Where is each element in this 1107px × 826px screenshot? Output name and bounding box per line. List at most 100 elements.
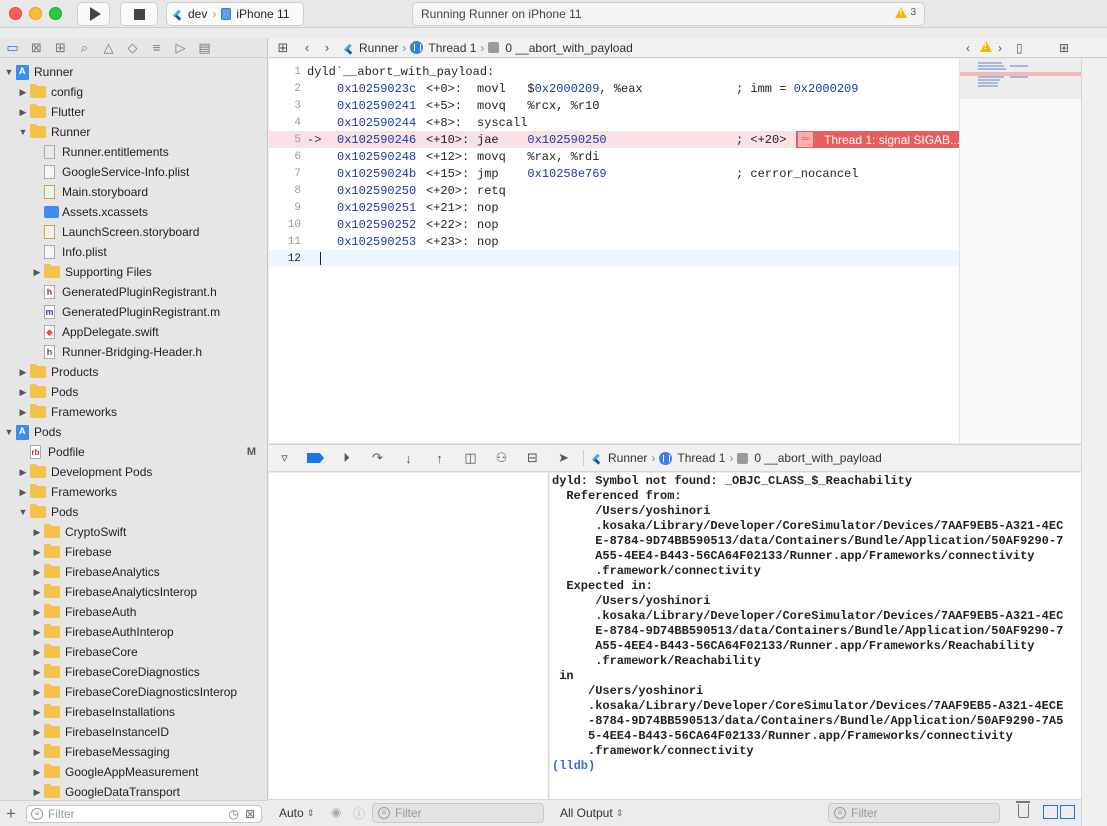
disclosure-closed-icon[interactable]: ▶: [18, 487, 28, 498]
tree-row[interactable]: ▶ Supporting Files: [0, 262, 268, 282]
symbol-icon[interactable]: ⊞: [52, 40, 69, 56]
environment-overrides-icon[interactable]: ⊟: [517, 448, 548, 468]
info-icon[interactable]: ⓘ: [353, 805, 365, 822]
scheme-selector[interactable]: dev › iPhone 11: [166, 2, 304, 26]
source-control-icon[interactable]: ⊠: [28, 40, 45, 56]
trash-icon[interactable]: [1016, 801, 1030, 818]
tree-row[interactable]: ▼ Pods: [0, 502, 268, 522]
jump-frame[interactable]: 0 __abort_with_payload: [505, 41, 632, 55]
tree-row[interactable]: ▶ Pods: [0, 382, 268, 402]
tree-row[interactable]: ▶Info.plist: [0, 242, 268, 262]
line-number[interactable]: 8: [269, 185, 307, 197]
issue-icon[interactable]: △: [100, 40, 117, 56]
tree-row[interactable]: ▼ Runner: [0, 122, 268, 142]
tree-row[interactable]: ▶ FirebaseAnalyticsInterop: [0, 582, 268, 602]
code-line[interactable]: 6 0x102590248 <+12>: movq %rax, %rdi: [269, 148, 959, 165]
code-editor[interactable]: 1 dyld`__abort_with_payload: 2 0x10259023c <…: [269, 59, 959, 443]
tree-row[interactable]: ▶ FirebaseAnalytics: [0, 562, 268, 582]
tree-row[interactable]: ▶GoogleService-Info.plist: [0, 162, 268, 182]
code-line[interactable]: 11 0x102590253 <+23>: nop: [269, 233, 959, 250]
code-line[interactable]: 9 0x102590251 <+21>: nop: [269, 199, 959, 216]
disclosure-closed-icon[interactable]: ▶: [32, 747, 42, 758]
code-line[interactable]: 5 -> 0x102590246 <+10>: jae 0x102590250 ; <+2…: [269, 131, 959, 148]
line-number[interactable]: 5: [269, 134, 307, 146]
close-window-button[interactable]: [9, 7, 22, 20]
line-number[interactable]: 10: [269, 219, 307, 231]
prev-issue-icon[interactable]: ‹: [966, 41, 970, 55]
folder-icon[interactable]: ▭: [4, 40, 21, 56]
lldb-prompt[interactable]: (lldb): [552, 759, 595, 773]
disclosure-closed-icon[interactable]: ▶: [32, 667, 42, 678]
tree-row[interactable]: ▶hRunner-Bridging-Header.h: [0, 342, 268, 362]
disclosure-closed-icon[interactable]: ▶: [32, 607, 42, 618]
error-annotation[interactable]: ═ Thread 1: signal SIGAB...: [796, 131, 959, 148]
hide-debug-area-icon[interactable]: ▿: [269, 448, 300, 468]
memory-graph-icon[interactable]: ⚇: [486, 448, 517, 468]
navigator-filter-input[interactable]: ≡ Filter ◷ ⊠: [26, 805, 262, 823]
search-icon[interactable]: ⌕: [76, 40, 93, 56]
tree-row[interactable]: ▶ config: [0, 82, 268, 102]
line-number[interactable]: 12: [269, 253, 307, 265]
add-editor-icon[interactable]: ⊞: [1059, 41, 1069, 55]
variables-view[interactable]: [269, 473, 549, 799]
warning-icon[interactable]: !: [980, 41, 992, 52]
tree-row[interactable]: ▶ FirebaseAuth: [0, 602, 268, 622]
jump-target[interactable]: Runner: [359, 41, 398, 55]
tree-row[interactable]: ▶ FirebaseCoreDiagnostics: [0, 662, 268, 682]
variables-scope-select[interactable]: Auto ⇕: [279, 806, 314, 820]
disclosure-closed-icon[interactable]: ▶: [18, 407, 28, 418]
debug-icon[interactable]: ≡: [148, 40, 165, 56]
line-number[interactable]: 6: [269, 151, 307, 163]
tree-row[interactable]: ▶ Flutter: [0, 102, 268, 122]
next-issue-icon[interactable]: ›: [998, 41, 1002, 55]
disclosure-closed-icon[interactable]: ▶: [32, 567, 42, 578]
console-filter-input[interactable]: ≡ Filter: [828, 803, 1000, 823]
eye-icon[interactable]: ◉: [331, 805, 341, 819]
code-line[interactable]: 1 dyld`__abort_with_payload:: [269, 63, 959, 80]
disclosure-open-icon[interactable]: ▼: [4, 67, 14, 77]
debug-thread[interactable]: Thread 1: [677, 451, 725, 465]
tree-row[interactable]: ▶ Firebase: [0, 542, 268, 562]
disclosure-closed-icon[interactable]: ▶: [32, 787, 42, 798]
line-number[interactable]: 7: [269, 168, 307, 180]
view-hierarchy-icon[interactable]: ◫: [455, 448, 486, 468]
show-variables-icon[interactable]: [1043, 805, 1058, 819]
tree-row[interactable]: ▶ Products: [0, 362, 268, 382]
tree-row[interactable]: ▶ Frameworks: [0, 402, 268, 422]
disclosure-closed-icon[interactable]: ▶: [32, 627, 42, 638]
tree-row[interactable]: ▶Main.storyboard: [0, 182, 268, 202]
add-icon[interactable]: +: [6, 804, 16, 824]
tree-row[interactable]: ▶ FirebaseCore: [0, 642, 268, 662]
breakpoint-icon[interactable]: ▷: [172, 40, 189, 56]
code-line[interactable]: 3 0x102590241 <+5>: movq %rcx, %r10: [269, 97, 959, 114]
debug-frame[interactable]: 0 __abort_with_payload: [754, 451, 881, 465]
line-number[interactable]: 4: [269, 117, 307, 129]
tree-row[interactable]: ▶ CryptoSwift: [0, 522, 268, 542]
related-items-icon[interactable]: ⊞: [276, 40, 290, 55]
tree-row[interactable]: ▶ FirebaseInstallations: [0, 702, 268, 722]
disclosure-closed-icon[interactable]: ▶: [18, 467, 28, 478]
code-line[interactable]: 10 0x102590252 <+22>: nop: [269, 216, 959, 233]
jump-thread[interactable]: Thread 1: [428, 41, 476, 55]
tree-row[interactable]: ▶ GoogleAppMeasurement: [0, 762, 268, 782]
tree-row[interactable]: ▼ Runner: [0, 62, 268, 82]
minimap[interactable]: [959, 59, 1082, 443]
continue-icon[interactable]: ⏵: [331, 448, 362, 468]
disclosure-closed-icon[interactable]: ▶: [32, 767, 42, 778]
tree-row[interactable]: ▶mGeneratedPluginRegistrant.m: [0, 302, 268, 322]
disclosure-closed-icon[interactable]: ▶: [32, 687, 42, 698]
zoom-window-button[interactable]: [49, 7, 62, 20]
tree-row[interactable]: ▶ FirebaseCoreDiagnosticsInterop: [0, 682, 268, 702]
code-line[interactable]: 8 0x102590250 <+20>: retq: [269, 182, 959, 199]
tree-row[interactable]: ▶ GoogleDataTransport: [0, 782, 268, 802]
disclosure-closed-icon[interactable]: ▶: [32, 647, 42, 658]
tree-row[interactable]: ▶LaunchScreen.storyboard: [0, 222, 268, 242]
disclosure-closed-icon[interactable]: ▶: [18, 387, 28, 398]
test-icon[interactable]: ◇: [124, 40, 141, 56]
tree-row[interactable]: ▶hGeneratedPluginRegistrant.h: [0, 282, 268, 302]
code-line[interactable]: 7 0x10259024b <+15>: jmp 0x10258e769 ; cerro…: [269, 165, 959, 182]
disclosure-closed-icon[interactable]: ▶: [32, 587, 42, 598]
line-number[interactable]: 3: [269, 100, 307, 112]
back-icon[interactable]: ‹: [300, 40, 314, 55]
show-console-icon[interactable]: [1060, 805, 1075, 819]
